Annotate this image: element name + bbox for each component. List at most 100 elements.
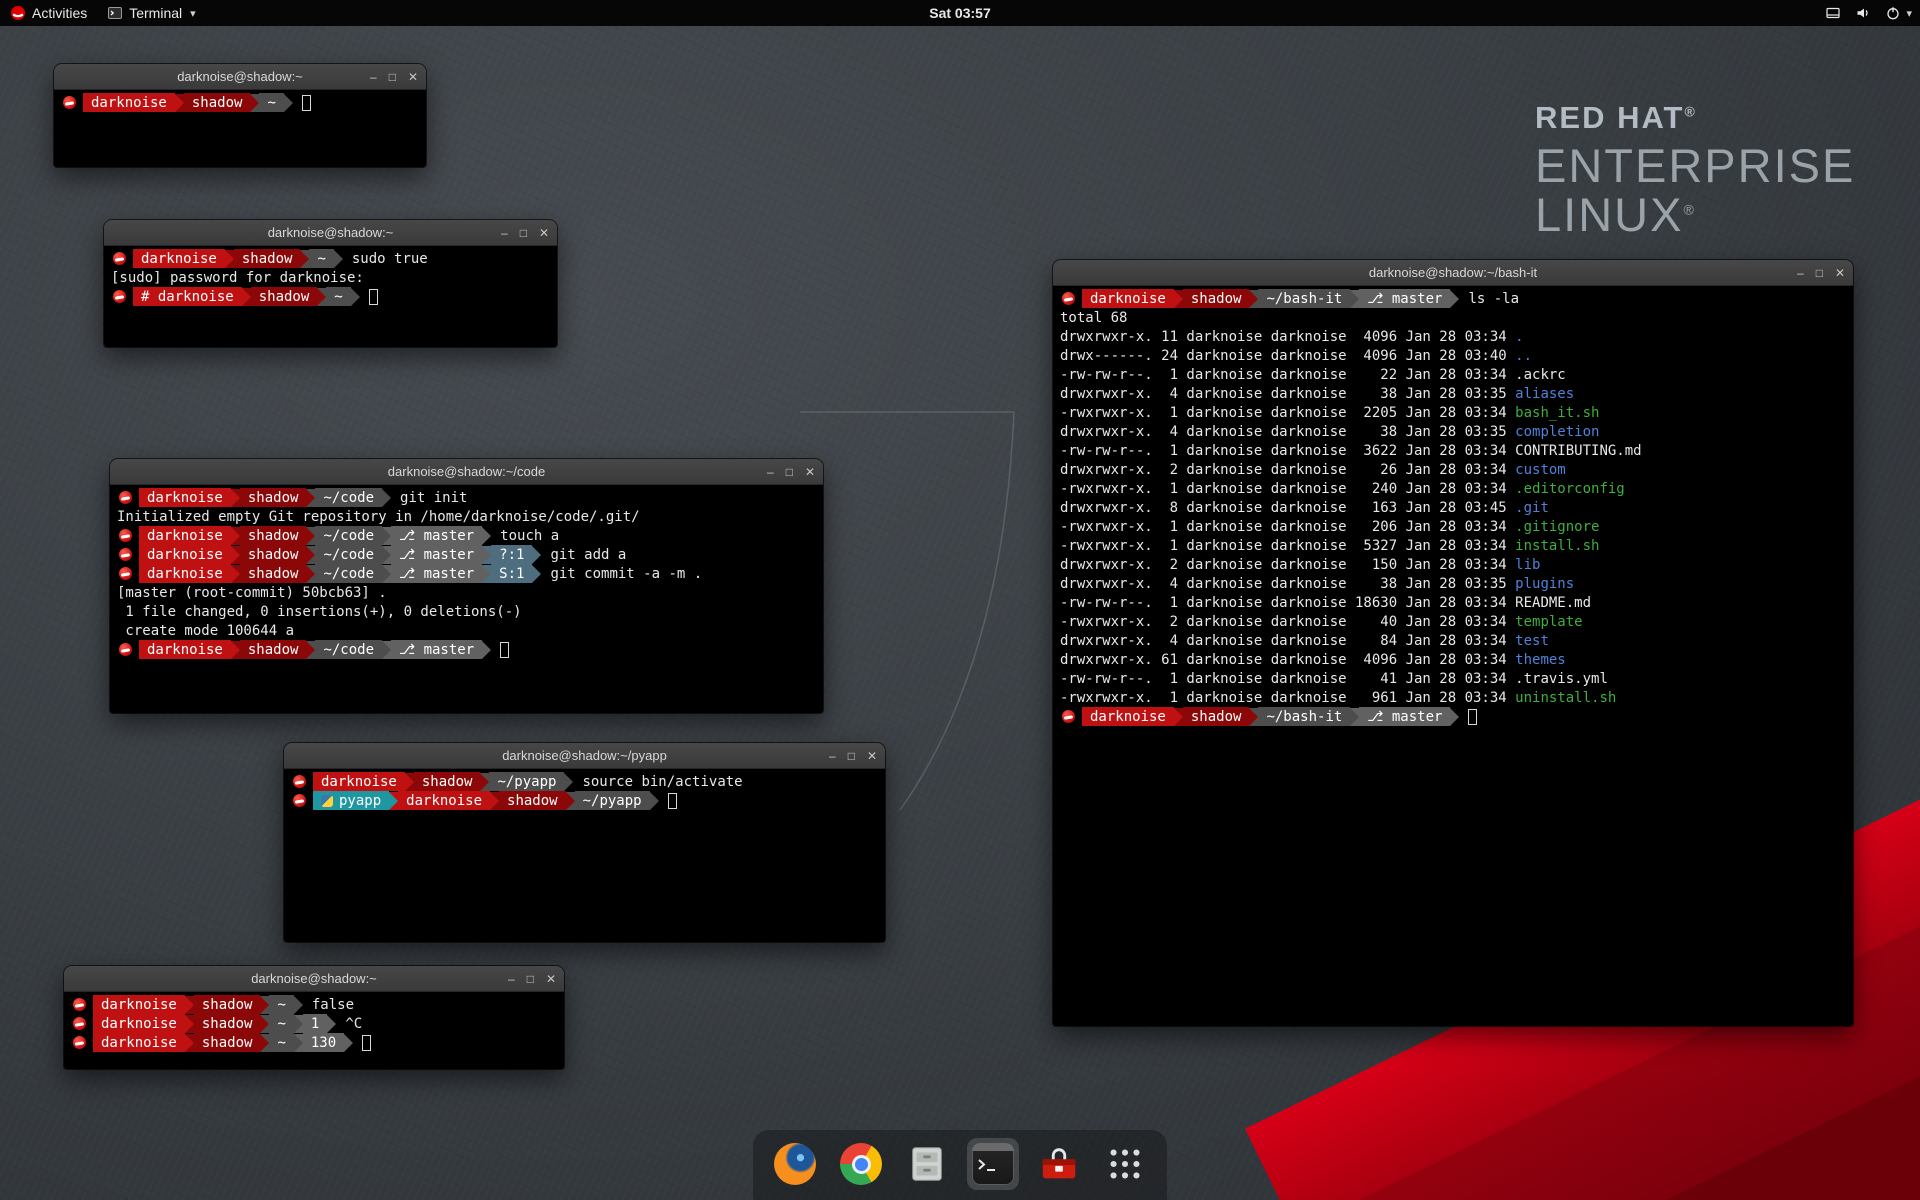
terminal-window-pyapp[interactable]: darknoise@shadow:~/pyapp–□✕darknoiseshad… bbox=[284, 743, 885, 942]
app-grid-icon bbox=[1104, 1143, 1146, 1185]
terminal-window-bash-it[interactable]: darknoise@shadow:~/bash-it–□✕darknoisesh… bbox=[1053, 260, 1853, 1026]
volume-icon[interactable] bbox=[1855, 5, 1871, 21]
close-button[interactable]: ✕ bbox=[1835, 267, 1845, 279]
close-button[interactable]: ✕ bbox=[546, 973, 556, 985]
system-menu[interactable]: ▾ bbox=[1885, 5, 1912, 21]
app-menu-terminal[interactable]: Terminal ▾ bbox=[97, 0, 205, 26]
powerline-arrow-icon bbox=[306, 527, 315, 545]
prompt-segment-path: ~/code bbox=[315, 545, 382, 564]
activities-label: Activities bbox=[32, 5, 87, 21]
output-text: -rwxrwxr-x. 1 darknoise darknoise 5327 J… bbox=[1060, 538, 1515, 554]
dock-chrome[interactable] bbox=[835, 1138, 887, 1190]
terminal-window-sudo[interactable]: darknoise@shadow:~–□✕darknoiseshadow~sud… bbox=[104, 220, 557, 347]
prompt-segment-user: darknoise bbox=[133, 249, 225, 268]
prompt-segment-user: darknoise bbox=[139, 640, 231, 659]
maximize-button[interactable]: □ bbox=[1816, 267, 1823, 279]
window-titlebar[interactable]: darknoise@shadow:~–□✕ bbox=[64, 966, 564, 992]
powerline-arrow-icon bbox=[185, 996, 194, 1014]
files-icon bbox=[906, 1143, 948, 1185]
powerline-arrow-icon bbox=[344, 1034, 353, 1052]
output-text-exec: install.sh bbox=[1515, 538, 1599, 554]
terminal-window-home-1[interactable]: darknoise@shadow:~–□✕darknoiseshadow~ bbox=[54, 64, 426, 167]
terminal-content[interactable]: darknoiseshadow~sudo true[sudo] password… bbox=[104, 246, 557, 347]
output-text: drwxrwxr-x. 4 darknoise darknoise 38 Jan… bbox=[1060, 386, 1515, 402]
powerline-arrow-icon bbox=[480, 773, 489, 791]
powerline-arrow-icon bbox=[1174, 708, 1183, 726]
prompt-segment-user: darknoise bbox=[93, 1014, 185, 1033]
terminal-prompt-line: darknoiseshadow~/bash-it⎇ masterls -la bbox=[1060, 289, 1846, 308]
close-button[interactable]: ✕ bbox=[408, 71, 418, 83]
window-titlebar[interactable]: darknoise@shadow:~–□✕ bbox=[54, 64, 426, 90]
output-text: CONTRIBUTING.md bbox=[1515, 443, 1641, 459]
command-text: git add a bbox=[541, 547, 626, 563]
terminal-output-line: drwxrwxr-x. 4 darknoise darknoise 38 Jan… bbox=[1060, 574, 1846, 593]
maximize-button[interactable]: □ bbox=[389, 71, 396, 83]
redhat-prompt-icon bbox=[119, 529, 132, 542]
powerline-arrow-icon bbox=[1174, 290, 1183, 308]
terminal-prompt-line: darknoiseshadow~1^C bbox=[71, 1014, 557, 1033]
terminal-output-line: drwxrwxr-x. 4 darknoise darknoise 38 Jan… bbox=[1060, 422, 1846, 441]
terminal-prompt-line: darknoiseshadow~/pyappsource bin/activat… bbox=[291, 772, 878, 791]
clock[interactable]: Sat 03:57 bbox=[929, 5, 990, 21]
terminal-prompt-line: darknoiseshadow~false bbox=[71, 995, 557, 1014]
close-button[interactable]: ✕ bbox=[805, 466, 815, 478]
dock-firefox[interactable] bbox=[769, 1138, 821, 1190]
dock-terminal[interactable] bbox=[967, 1138, 1019, 1190]
terminal-content[interactable]: darknoiseshadow~falsedarknoiseshadow~1^C… bbox=[64, 992, 564, 1069]
prompt-segment-git: ⎇ master bbox=[1359, 289, 1450, 308]
minimize-button[interactable]: – bbox=[767, 466, 774, 478]
prompt-segment-user: darknoise bbox=[139, 488, 231, 507]
status-tray-icon[interactable] bbox=[1825, 5, 1841, 21]
prompt-segment-host: shadow bbox=[251, 287, 318, 306]
powerline-arrow-icon bbox=[334, 250, 343, 268]
window-titlebar[interactable]: darknoise@shadow:~/pyapp–□✕ bbox=[284, 743, 885, 769]
prompt-segment-path: ~/bash-it bbox=[1258, 707, 1350, 726]
window-titlebar[interactable]: darknoise@shadow:~–□✕ bbox=[104, 220, 557, 246]
powerline-arrow-icon bbox=[382, 641, 391, 659]
dock-toolbox[interactable] bbox=[1033, 1138, 1085, 1190]
output-text-dir: plugins bbox=[1515, 576, 1574, 592]
maximize-button[interactable]: □ bbox=[520, 227, 527, 239]
minimize-button[interactable]: – bbox=[508, 973, 515, 985]
minimize-button[interactable]: – bbox=[829, 750, 836, 762]
output-text: -rw-rw-r--. 1 darknoise darknoise 22 Jan… bbox=[1060, 367, 1515, 383]
output-text: -rwxrwxr-x. 1 darknoise darknoise 2205 J… bbox=[1060, 405, 1515, 421]
terminal-content[interactable]: darknoiseshadow~ bbox=[54, 90, 426, 167]
powerline-arrow-icon bbox=[382, 527, 391, 545]
prompt-segment-status: ?:1 bbox=[491, 545, 532, 564]
output-text: 1 file changed, 0 insertions(+), 0 delet… bbox=[117, 604, 522, 620]
powerline-arrow-icon bbox=[482, 527, 491, 545]
window-titlebar[interactable]: darknoise@shadow:~/bash-it–□✕ bbox=[1053, 260, 1853, 286]
maximize-button[interactable]: □ bbox=[786, 466, 793, 478]
maximize-button[interactable]: □ bbox=[527, 973, 534, 985]
minimize-button[interactable]: – bbox=[501, 227, 508, 239]
minimize-button[interactable]: – bbox=[370, 71, 377, 83]
terminal-output-line: Initialized empty Git repository in /hom… bbox=[117, 507, 816, 526]
activities-button[interactable]: Activities bbox=[0, 0, 97, 26]
terminal-window-code[interactable]: darknoise@shadow:~/code–□✕darknoiseshado… bbox=[110, 459, 823, 713]
terminal-content[interactable]: darknoiseshadow~/pyappsource bin/activat… bbox=[284, 769, 885, 942]
close-button[interactable]: ✕ bbox=[867, 750, 877, 762]
close-button[interactable]: ✕ bbox=[539, 227, 549, 239]
redhat-prompt-icon bbox=[113, 290, 126, 303]
terminal-window-home-2[interactable]: darknoise@shadow:~–□✕darknoiseshadow~fal… bbox=[64, 966, 564, 1069]
terminal-content[interactable]: darknoiseshadow~/codegit initInitialized… bbox=[110, 485, 823, 713]
output-text: [sudo] password for darknoise: bbox=[111, 270, 364, 286]
redhat-prompt-icon bbox=[293, 775, 306, 788]
dock-files[interactable] bbox=[901, 1138, 953, 1190]
output-text-exec: template bbox=[1515, 614, 1582, 630]
terminal-output-line: drwxrwxr-x. 11 darknoise darknoise 4096 … bbox=[1060, 327, 1846, 346]
terminal-content[interactable]: darknoiseshadow~/bash-it⎇ masterls -lato… bbox=[1053, 286, 1853, 1026]
output-text: drwxrwxr-x. 8 darknoise darknoise 163 Ja… bbox=[1060, 500, 1515, 516]
redhat-prompt-icon bbox=[119, 491, 132, 504]
output-text: README.md bbox=[1515, 595, 1591, 611]
output-text: [master (root-commit) 50bcb63] . bbox=[117, 585, 387, 601]
minimize-button[interactable]: – bbox=[1797, 267, 1804, 279]
prompt-segment-path: ~ bbox=[259, 93, 283, 112]
maximize-button[interactable]: □ bbox=[848, 750, 855, 762]
window-titlebar[interactable]: darknoise@shadow:~/code–□✕ bbox=[110, 459, 823, 485]
terminal-output-line: -rw-rw-r--. 1 darknoise darknoise 41 Jan… bbox=[1060, 669, 1846, 688]
output-text: .ackrc bbox=[1515, 367, 1566, 383]
terminal-cursor bbox=[1468, 709, 1477, 725]
dock-app-grid[interactable] bbox=[1099, 1138, 1151, 1190]
